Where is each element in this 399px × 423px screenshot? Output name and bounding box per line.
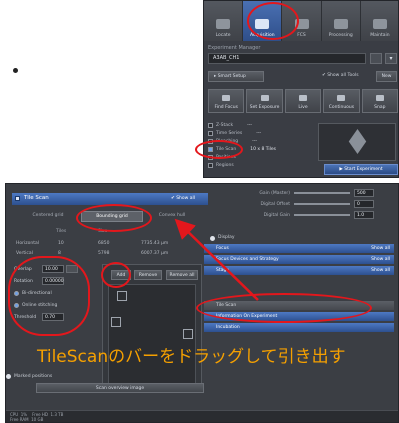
instruction-caption: TileScanのバーをドラッグして引き出す — [37, 347, 346, 367]
drag-arrow-line — [174, 218, 259, 301]
